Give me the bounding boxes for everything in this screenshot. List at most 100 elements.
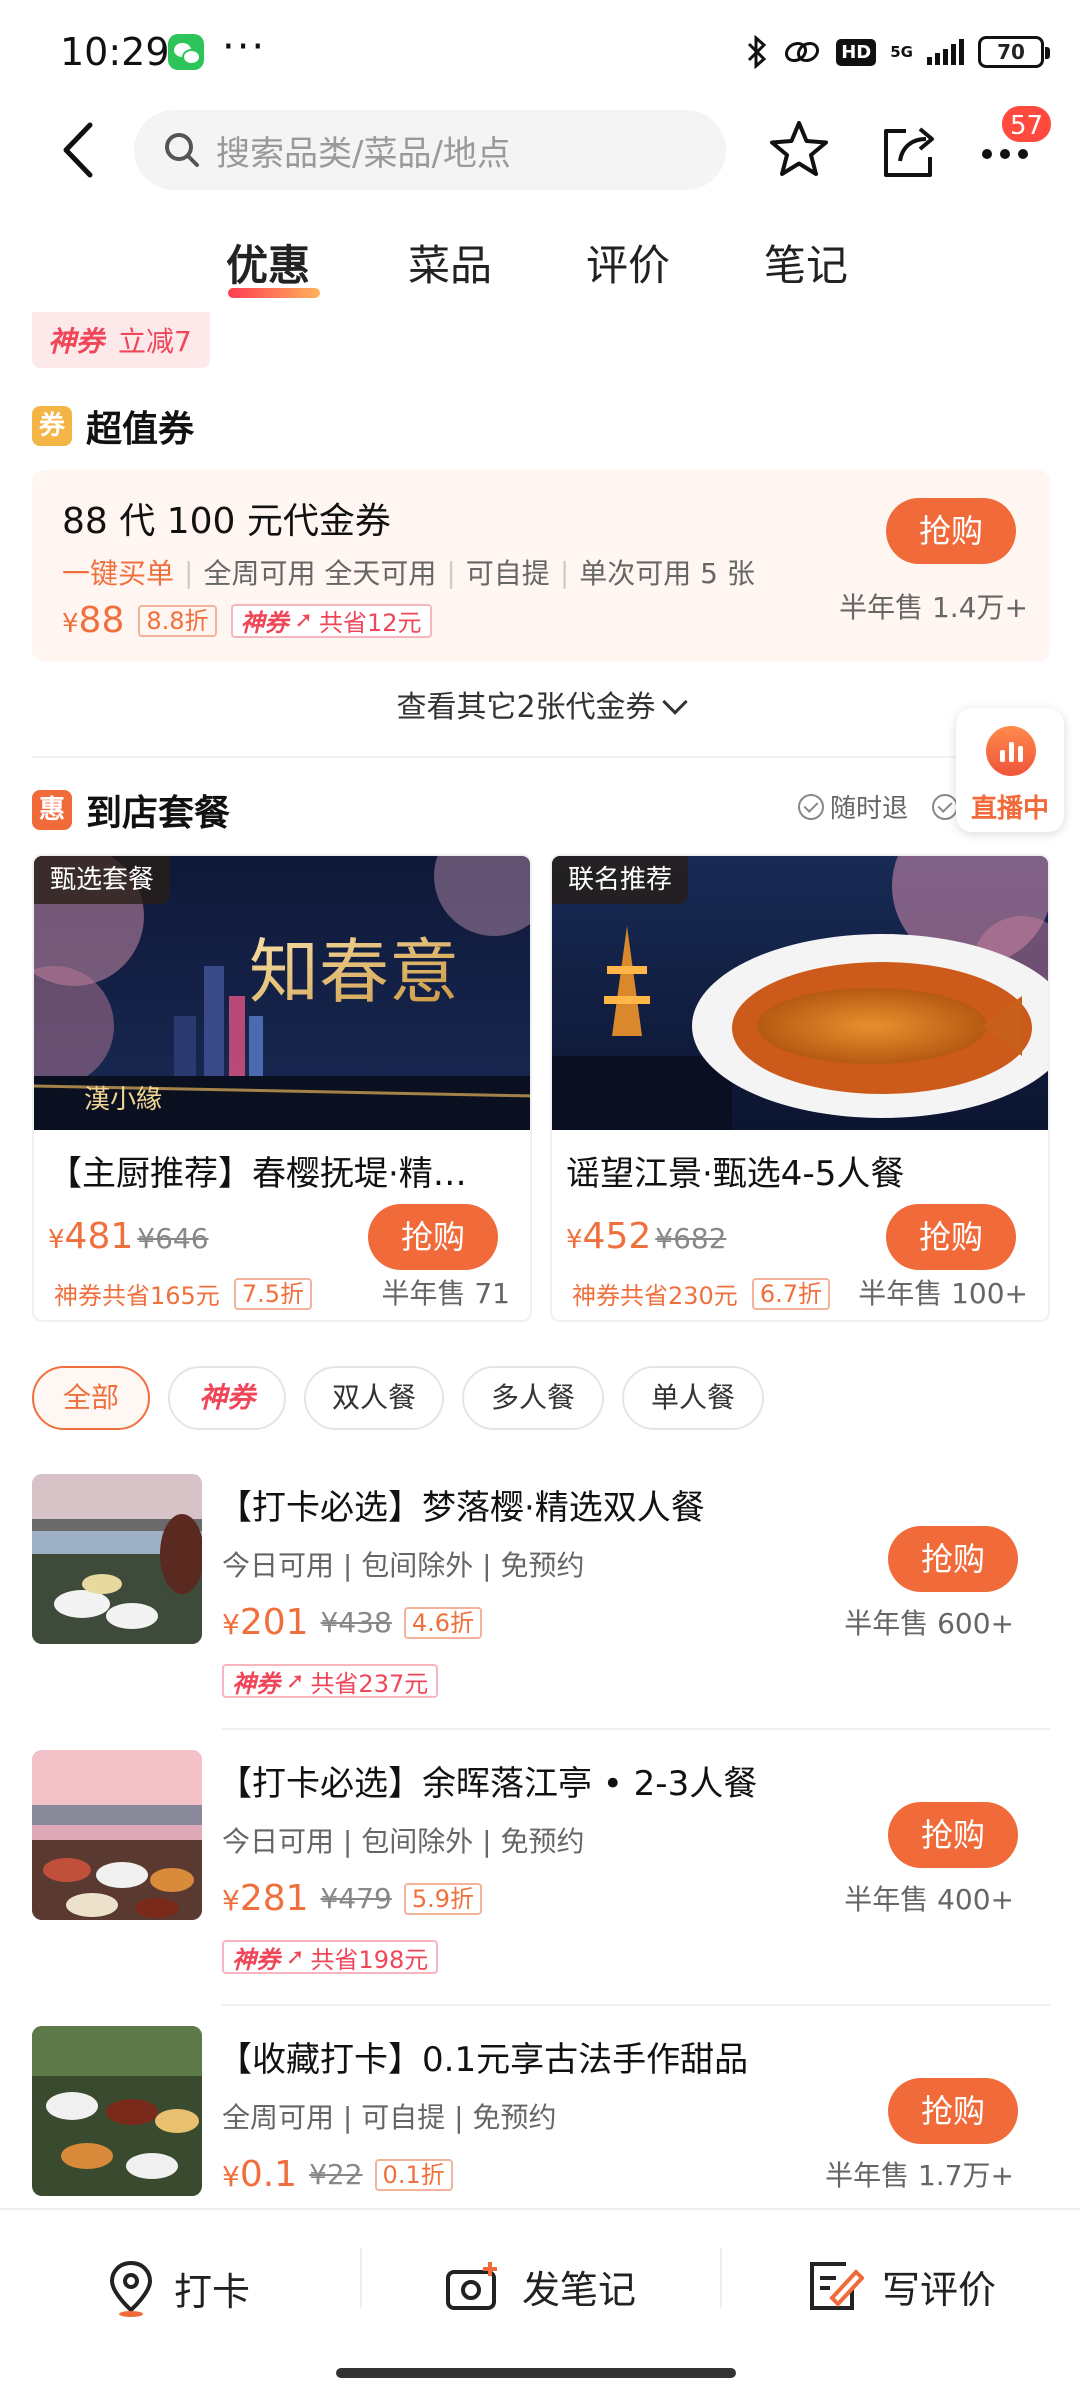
back-button[interactable] xyxy=(50,115,110,185)
original-price: ¥479 xyxy=(320,1882,392,1915)
list-item-meta: 全周可用 | 可自提 | 免预约 xyxy=(222,2101,557,2134)
original-price: ¥646 xyxy=(137,1222,209,1255)
home-indicator[interactable] xyxy=(336,2368,736,2378)
notification-badge: 57 xyxy=(1000,104,1054,144)
refund-anytime-tag: 随时退 xyxy=(798,788,959,825)
package-title: 谣望江景·甄选4-5人餐 xyxy=(566,1154,905,1194)
discount-tag: 0.1折 xyxy=(374,2158,453,2191)
tab-dishes[interactable]: 菜品 xyxy=(408,232,492,293)
list-divider xyxy=(222,2004,1050,2006)
share-button[interactable] xyxy=(876,117,942,183)
filter-chip-all[interactable]: 全部 xyxy=(32,1366,150,1430)
star-icon xyxy=(770,121,828,176)
list-item-buy-button[interactable]: 抢购 xyxy=(888,1802,1018,1868)
shenquan-discount-strip[interactable]: 神券 立减7 xyxy=(32,312,210,368)
live-bars-icon xyxy=(986,726,1036,776)
package-label: 甄选套餐 xyxy=(34,856,171,904)
original-price: ¥438 xyxy=(320,1606,392,1639)
voucher-feature: 单次可用 5 张 xyxy=(579,557,755,590)
write-review-button[interactable]: 写评价 xyxy=(806,2258,996,2314)
live-label: 直播中 xyxy=(970,794,1049,824)
filter-chip-shenquan[interactable]: 神券 xyxy=(168,1366,286,1430)
package-price: ¥481 ¥646 xyxy=(48,1216,209,1257)
discount-tag: 4.6折 xyxy=(403,1606,482,1639)
svg-text:知春意: 知春意 xyxy=(249,931,459,1013)
package-save-info: 神券共省230元 6.7折 xyxy=(572,1276,830,1311)
search-input[interactable]: 搜索品类/菜品/地点 xyxy=(134,110,726,190)
voucher-section-header: 券 超值券 xyxy=(32,400,194,452)
network-5g: 5G xyxy=(890,42,913,61)
list-item-sold-count: 半年售 400+ xyxy=(844,1883,1014,1916)
list-item-buy-button[interactable]: 抢购 xyxy=(888,1526,1018,1592)
package-card[interactable]: 联名推荐 谣望江景·甄选4-5人餐 ¥452 ¥682 抢购 神券共省230元 … xyxy=(550,854,1050,1322)
voucher-price: ¥88 xyxy=(62,600,125,641)
more-notifications-icon: ··· xyxy=(222,24,267,70)
package-sold-count: 半年售 100+ xyxy=(858,1277,1028,1310)
package-save-info: 神券共省165元 7.5折 xyxy=(54,1276,312,1311)
bar-separator xyxy=(720,2248,722,2308)
more-vouchers-link[interactable]: 查看其它2张代金券 xyxy=(0,682,1080,726)
package-title: 【主厨推荐】春樱抚堤·精… xyxy=(48,1154,467,1194)
post-note-button[interactable]: 发笔记 xyxy=(444,2258,636,2314)
search-icon xyxy=(165,133,199,167)
package-section-header: 惠 到店套餐 xyxy=(32,784,230,836)
package-buy-button[interactable]: 抢购 xyxy=(886,1204,1016,1270)
list-item-meta: 今日可用 | 包间除外 | 免预约 xyxy=(222,1549,585,1582)
battery-indicator: 70 xyxy=(978,36,1050,68)
filter-chip-single[interactable]: 单人餐 xyxy=(622,1366,764,1430)
favorite-button[interactable] xyxy=(766,117,832,183)
voucher-sold-count: 半年售 1.4万+ xyxy=(839,591,1028,624)
tab-notes[interactable]: 笔记 xyxy=(764,232,848,293)
list-item-sold-count: 半年售 600+ xyxy=(844,1607,1014,1640)
list-item[interactable]: 【打卡必选】梦落樱·精选双人餐 今日可用 | 包间除外 | 免预约 ¥201 ¥… xyxy=(0,1474,1080,1730)
search-placeholder: 搜索品类/菜品/地点 xyxy=(216,133,511,174)
live-stream-button[interactable]: 直播中 xyxy=(956,708,1064,832)
bluetooth-icon xyxy=(748,35,767,69)
shenquan-logo: 神券 xyxy=(48,325,105,358)
signal-icon xyxy=(927,39,964,65)
tab-reviews[interactable]: 评价 xyxy=(586,232,670,293)
list-item-thumbnail xyxy=(32,1474,202,1644)
list-item-price: ¥281 ¥479 5.9折 xyxy=(222,1878,482,1919)
list-item-sold-count: 半年售 1.7万+ xyxy=(825,2159,1014,2192)
package-sold-count: 半年售 71 xyxy=(381,1277,510,1310)
status-time: 10:29 xyxy=(60,30,170,74)
checkin-button[interactable]: 打卡 xyxy=(106,2258,250,2318)
package-buy-button[interactable]: 抢购 xyxy=(368,1204,498,1270)
discount-tag: 5.9折 xyxy=(403,1882,482,1915)
list-item-meta: 今日可用 | 包间除外 | 免预约 xyxy=(222,1825,585,1858)
active-tab-indicator xyxy=(228,288,320,298)
list-item-title: 【打卡必选】余晖落江亭 • 2-3人餐 xyxy=(218,1764,758,1804)
list-item[interactable]: 【收藏打卡】0.1元享古法手作甜品 全周可用 | 可自提 | 免预约 ¥0.1 … xyxy=(0,2026,1080,2206)
svg-text:漢小緣: 漢小緣 xyxy=(84,1085,162,1115)
package-price: ¥452 ¥682 xyxy=(566,1216,727,1257)
package-discount-tag: 6.7折 xyxy=(751,1277,830,1310)
list-item-price: ¥0.1 ¥22 0.1折 xyxy=(222,2154,453,2195)
voucher-price-row: ¥88 8.8折 神券 ➚ 共省12元 xyxy=(62,600,432,641)
wechat-notification-icon xyxy=(168,34,204,70)
voucher-section-title: 超值券 xyxy=(86,409,195,450)
one-click-pay-label: 一键买单 xyxy=(62,557,175,590)
original-price: ¥22 xyxy=(309,2158,363,2191)
list-item[interactable]: 【打卡必选】余晖落江亭 • 2-3人餐 今日可用 | 包间除外 | 免预约 ¥2… xyxy=(0,1750,1080,2006)
tab-discounts[interactable]: 优惠 xyxy=(226,232,310,293)
voucher-card[interactable]: 88 代 100 元代金券 一键买单 | 全周可用 全天可用 | 可自提 | 单… xyxy=(32,470,1050,662)
filter-chip-double[interactable]: 双人餐 xyxy=(304,1366,444,1430)
shenquan-discount-text: 立减7 xyxy=(118,325,192,358)
shenquan-save-tag: 神券 ➚ 共省237元 xyxy=(222,1664,439,1698)
list-item-thumbnail xyxy=(32,2026,202,2196)
section-divider xyxy=(32,756,1050,758)
package-card[interactable]: 知春意 漢小緣 甄选套餐 【主厨推荐】春樱抚堤·精… ¥481 ¥646 抢购 … xyxy=(32,854,532,1322)
up-arrow-icon: ➚ xyxy=(294,608,313,633)
location-pin-icon xyxy=(109,2260,153,2317)
bar-separator xyxy=(360,2248,362,2308)
list-item-buy-button[interactable]: 抢购 xyxy=(888,2078,1018,2144)
list-item-title: 【收藏打卡】0.1元享古法手作甜品 xyxy=(218,2040,749,2080)
status-bar: 10:29 ··· HD 5G 70 xyxy=(0,0,1080,104)
original-price: ¥682 xyxy=(655,1222,727,1255)
package-section-title: 到店套餐 xyxy=(86,793,231,834)
check-circle-icon xyxy=(932,793,959,820)
voucher-buy-button[interactable]: 抢购 xyxy=(886,498,1016,564)
list-divider xyxy=(222,1728,1050,1730)
filter-chip-group[interactable]: 多人餐 xyxy=(462,1366,604,1430)
